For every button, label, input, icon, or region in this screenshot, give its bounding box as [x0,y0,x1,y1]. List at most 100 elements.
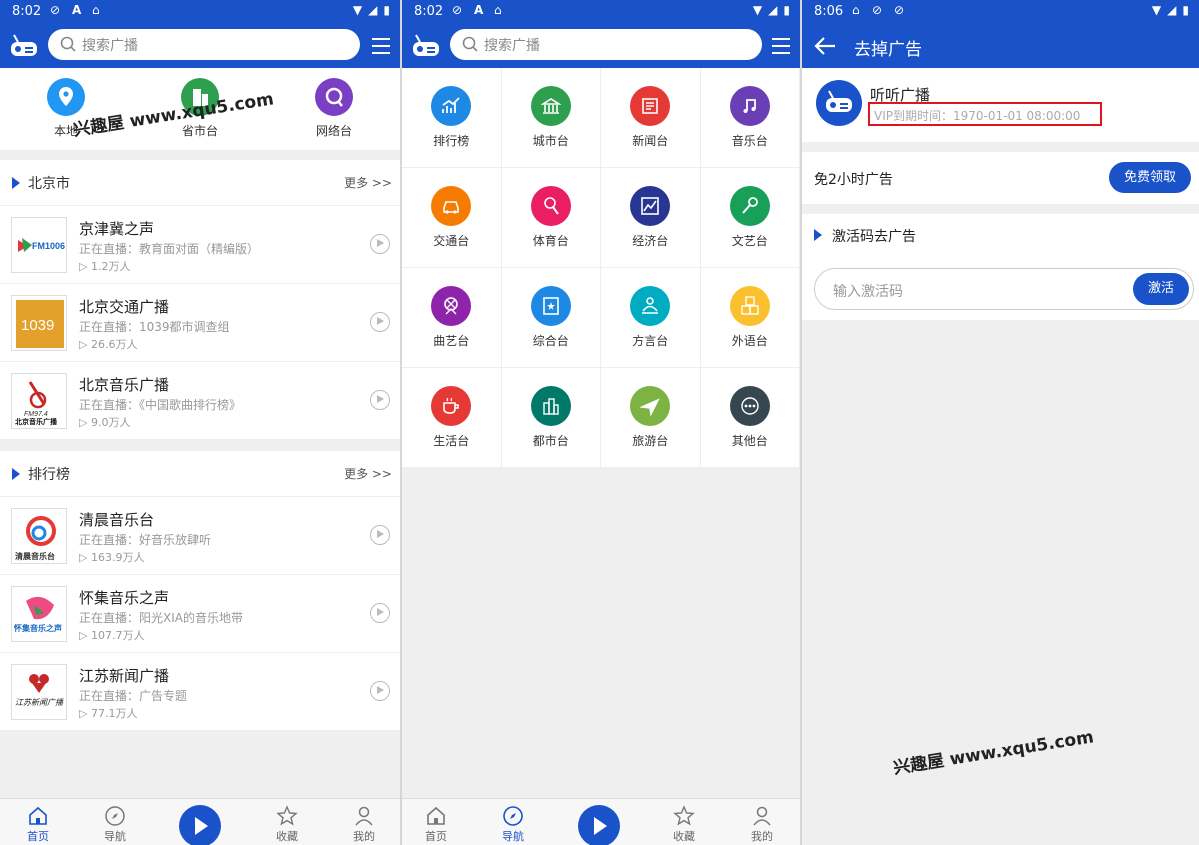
quick-network[interactable]: 网络台 [299,78,369,139]
compass-icon [105,806,125,826]
station-live: 正在直播：好音乐放肆听 [79,533,212,547]
station-name: 北京交通广播 [79,298,170,316]
category-economy[interactable]: 经济台 [601,168,701,268]
tab-home[interactable]: 首页 [8,805,68,844]
category-cup[interactable]: 生活台 [402,368,502,468]
star-icon [673,805,695,826]
tab-nav[interactable]: 导航 [85,805,145,844]
radio-logo-icon [826,90,852,112]
tab-nav[interactable]: 导航 [483,805,543,844]
user-icon [355,806,373,826]
battery-icon: ▮ [783,3,790,17]
svg-text:清晨音乐台: 清晨音乐台 [15,551,55,561]
microphone-icon [729,186,770,226]
category-microphone[interactable]: 文艺台 [700,168,800,268]
category-news[interactable]: 新闻台 [601,68,701,168]
tab-fav[interactable]: 收藏 [257,805,317,844]
wifi-icon: ▼ [752,3,763,17]
status-icon: ⊘ [872,3,883,17]
play-icon[interactable] [370,681,390,701]
station-row[interactable]: 江苏新闻广播 江苏新闻广播 正在直播：广告专题 ▷ 77.1万人 [0,653,400,731]
category-abc[interactable]: 外语台 [700,268,800,368]
battery-icon: ▮ [1182,3,1189,17]
compass-icon [503,806,523,826]
svg-text:FM97.4: FM97.4 [24,411,48,418]
category-music[interactable]: 音乐台 [700,68,800,168]
search-input[interactable]: 搜索广播 [48,29,360,60]
category-book[interactable]: 综合台 [501,268,601,368]
status-time: 8:02 [12,4,42,19]
category-label: 其他台 [731,434,768,448]
listener-count: ▷ 1.2万人 [79,260,131,273]
play-icon[interactable] [370,525,390,545]
battery-icon: ▮ [383,3,390,17]
category-label: 生活台 [433,434,470,448]
more-link[interactable]: 更多 >> [344,174,392,191]
city-icon [530,386,571,426]
play-icon[interactable] [370,312,390,332]
navigation-screen: 8:02 ⊘ A ⌂ ▼ ◢ ▮ 搜索广播 排行榜 城市台 新闻台 音乐台 交通台 体育台 经济… [402,0,800,845]
station-row[interactable]: 清晨音乐台 清晨音乐台 正在直播：好音乐放肆听 ▷ 163.9万人 [0,497,400,575]
category-person[interactable]: 方言台 [601,268,701,368]
radio-logo-icon[interactable] [412,33,440,59]
station-live: 正在直播：《中国歌曲排行榜》 [79,398,242,412]
category-more[interactable]: 其他台 [700,368,800,468]
triangle-icon [12,468,20,480]
search-input[interactable]: 搜索广播 [450,29,762,60]
station-name: 京津冀之声 [79,220,155,238]
play-icon[interactable] [370,390,390,410]
tab-label: 首页 [27,830,49,843]
tab-mine[interactable]: 我的 [732,805,792,844]
activation-placeholder: 输入激活码 [833,284,903,300]
claim-free-button[interactable]: 免费领取 [1109,162,1191,193]
app-bar: 搜索广播 [0,24,400,68]
back-arrow-icon[interactable] [814,36,836,56]
wifi-icon: ▼ [352,3,363,17]
station-row[interactable]: FM97.4 北京音乐广播 北京音乐广播 正在直播：《中国歌曲排行榜》 ▷ 9.0… [0,362,400,440]
home-icon [427,806,445,825]
activate-button[interactable]: 激活 [1133,273,1189,305]
category-opera[interactable]: 曲艺台 [402,268,502,368]
station-row[interactable]: 怀集音乐之声 怀集音乐之声 正在直播：阳光XIA的音乐地带 ▷ 107.7万人 [0,575,400,653]
more-link[interactable]: 更多 >> [344,465,392,482]
person-icon [630,286,671,326]
station-row[interactable]: FM1006 京津冀之声 正在直播：教育面对面（精编版） ▷ 1.2万人 [0,206,400,284]
category-city[interactable]: 都市台 [501,368,601,468]
section-header: 北京市 更多 >> [0,160,400,206]
activation-code-input[interactable]: 输入激活码 激活 [814,268,1194,310]
category-plane[interactable]: 旅游台 [601,368,701,468]
main-play-button[interactable] [179,805,221,845]
radio-logo-icon[interactable] [10,33,38,59]
play-icon[interactable] [370,234,390,254]
category-label: 旅游台 [632,434,669,448]
tab-mine[interactable]: 我的 [334,805,394,844]
station-name: 怀集音乐之声 [79,589,170,607]
tab-home[interactable]: 首页 [406,805,466,844]
category-label: 经济台 [632,234,669,248]
status-icon: ⊘ [894,3,905,17]
app-bar: 搜索广播 [402,24,800,68]
menu-icon[interactable] [372,38,390,54]
bottom-nav: 首页 导航 收藏 我的 [402,798,800,845]
more-icon [729,386,770,426]
status-right: ▼ ◢ ▮ [353,3,390,17]
free-ads-label: 免2小时广告 [814,172,893,188]
station-logo: FM1006 [11,217,67,273]
category-building[interactable]: 城市台 [501,68,601,168]
music-icon [729,86,770,126]
tab-fav[interactable]: 收藏 [654,805,714,844]
station-live: 正在直播：1039都市调查组 [79,320,230,334]
section-title: 北京市 [28,176,70,192]
menu-icon[interactable] [772,38,790,54]
play-icon[interactable] [370,603,390,623]
main-play-button[interactable] [578,805,620,845]
search-icon [60,36,76,52]
category-sport[interactable]: 体育台 [501,168,601,268]
category-car[interactable]: 交通台 [402,168,502,268]
tab-label: 首页 [425,830,447,843]
avatar [816,80,862,126]
abc-icon [729,286,770,326]
car-icon [431,186,472,226]
category-chart[interactable]: 排行榜 [402,68,502,168]
station-row[interactable]: 1039 北京交通广播 正在直播：1039都市调查组 ▷ 26.6万人 [0,284,400,362]
